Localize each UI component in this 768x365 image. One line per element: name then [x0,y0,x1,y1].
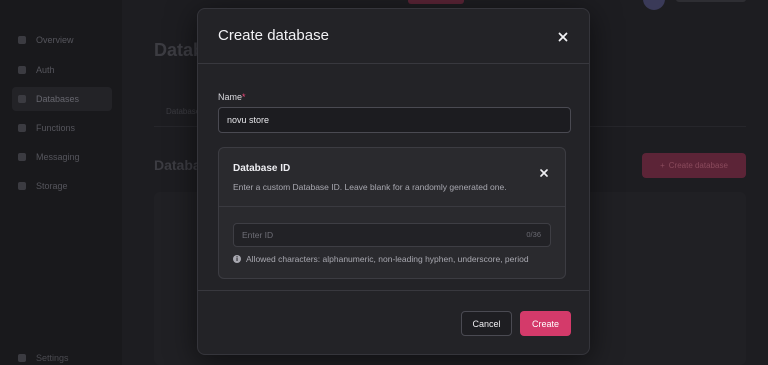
database-id-input[interactable] [234,224,504,246]
cancel-button[interactable]: Cancel [461,311,512,336]
auth-icon [18,66,26,74]
database-id-close-button[interactable] [539,165,551,177]
gear-icon [18,354,26,362]
footer-divider [198,290,589,291]
database-id-title: Database ID [233,163,291,174]
sidebar-item-label: Settings [36,353,69,363]
database-id-field: 0/36 [233,223,551,247]
create-database-label: Create database [668,161,728,170]
sidebar-item-label: Functions [36,123,76,133]
sidebar-item-messaging: Messaging [12,145,112,169]
sidebar-item-label: Storage [36,181,68,191]
user-name-placeholder [676,0,746,2]
hint-text: Allowed characters: alphanumeric, non-le… [246,254,529,264]
name-label-text: Name [218,92,243,102]
plus-icon: + [660,161,665,170]
storage-icon [18,182,26,190]
character-counter: 0/36 [526,230,541,239]
sidebar-item-storage: Storage [12,174,112,198]
sidebar-item-functions: Functions [12,116,112,140]
sidebar-item-label: Messaging [36,152,80,162]
sidebar-item-databases: Databases [12,87,112,111]
required-mark: * [242,92,246,102]
functions-icon [18,124,26,132]
allowed-characters-hint: i Allowed characters: alphanumeric, non-… [233,254,529,264]
info-icon: i [233,255,241,263]
close-button[interactable] [555,29,571,45]
close-icon [558,32,568,42]
overview-icon [18,36,26,44]
close-icon [540,169,548,177]
database-id-card: Database ID Enter a custom Database ID. … [218,147,566,279]
sidebar-item-label: Databases [36,94,80,104]
create-database-modal: Create database Name* Database ID Enter … [197,8,590,355]
avatar [643,0,665,10]
modal-title: Create database [218,27,329,44]
name-label: Name* [218,92,246,102]
sidebar-item-settings: Settings [18,353,69,363]
create-button[interactable]: Create [520,311,571,336]
name-input[interactable] [218,107,571,133]
sidebar-item-label: Overview [36,35,74,45]
sidebar-item-overview: Overview [12,28,112,52]
create-database-button-bg: + Create database [642,153,746,178]
sidebar-item-auth: Auth [12,58,112,82]
sidebar-item-label: Auth [36,65,55,75]
sidebar: Overview Auth Databases Functions Messag… [0,0,122,365]
database-id-description: Enter a custom Database ID. Leave blank … [233,182,507,192]
messaging-icon [18,153,26,161]
header-button [408,0,464,4]
databases-icon [18,95,26,103]
header-divider [198,63,589,64]
database-id-divider [219,206,565,207]
